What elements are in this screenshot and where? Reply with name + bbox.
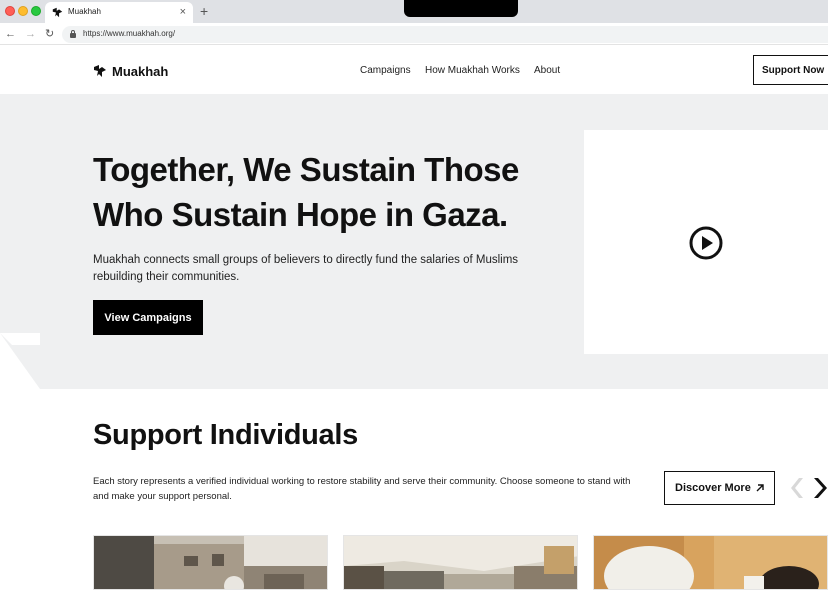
browser-tab[interactable]: Muakhah × [45,2,193,23]
card-photo-person [594,536,827,589]
campaign-card[interactable] [593,535,828,590]
back-button[interactable]: ← [5,27,16,41]
chevron-right-icon[interactable] [812,476,828,500]
support-section-description: Each story represents a verified individ… [93,476,631,502]
support-now-button[interactable]: Support Now [753,55,828,85]
reload-button[interactable]: ↻ [45,27,54,41]
tab-title: Muakhah [68,7,101,16]
nav-link-about[interactable]: About [534,65,560,76]
forward-button[interactable]: → [25,27,36,41]
lock-icon [70,30,76,38]
campaign-card[interactable] [93,535,328,590]
card-photo-tent [344,536,577,589]
nav-link-campaigns[interactable]: Campaigns [360,65,411,76]
hero-title: Together, We Sustain Those Who Sustain H… [93,151,519,233]
card-photo-rubble [94,536,327,589]
site-header: Muakhah Campaigns How Muakhah Works Abou… [0,46,828,94]
brand-link[interactable]: Muakhah [93,63,168,79]
chevron-left-icon[interactable] [790,476,804,500]
new-tab-button[interactable]: + [200,3,208,19]
hero-corner-shape [0,333,40,389]
hero-subtitle: Muakhah connects small groups of believe… [93,254,519,283]
campaign-card[interactable] [343,535,578,590]
browser-titlebar: Muakhah × + [0,0,828,23]
arrow-up-right-icon [756,484,764,492]
support-section-title: Support Individuals [93,419,358,451]
window-minimize-button[interactable] [18,6,28,16]
discover-more-label: Discover More [675,482,751,494]
view-campaigns-button[interactable]: View Campaigns [93,300,203,335]
url-text[interactable]: https://www.muakhah.org/ [83,29,175,38]
browser-toolbar: ← → ↻ https://www.muakhah.org/ [0,23,828,45]
discover-more-button[interactable]: Discover More [664,471,775,505]
window-zoom-button[interactable] [31,6,41,16]
play-icon[interactable] [689,226,723,260]
muakhah-logo-icon [94,65,106,77]
camera-notch [404,0,518,17]
video-player[interactable] [584,130,828,354]
brand-name: Muakhah [112,63,169,79]
window-close-button[interactable] [5,6,15,16]
tab-close-icon[interactable]: × [180,5,186,19]
nav-link-how-it-works[interactable]: How Muakhah Works [425,65,520,76]
address-bar[interactable]: https://www.muakhah.org/ [62,26,828,43]
muakhah-favicon-icon [52,7,63,18]
